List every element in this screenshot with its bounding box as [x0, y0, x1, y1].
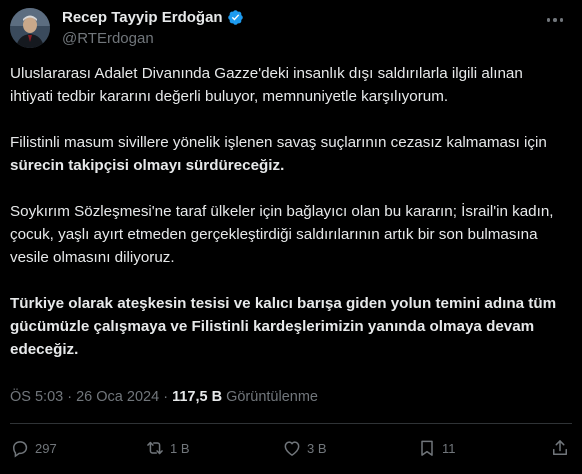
share-upload-icon: [550, 438, 570, 458]
tweet-text-segment: Uluslararası Adalet Divanında Gazze'deki…: [10, 65, 523, 105]
more-dots-icon[interactable]: [542, 10, 568, 30]
avatar-image: [10, 8, 50, 48]
avatar[interactable]: [10, 8, 50, 48]
tweet-time[interactable]: ÖS 5:03: [10, 389, 63, 405]
meta-separator: ·: [67, 389, 73, 405]
heart-icon: [282, 438, 302, 458]
verified-badge-icon: [227, 9, 244, 26]
meta-separator: ·: [163, 389, 169, 405]
tweet-text-bold: Türkiye olarak ateşkesin tesisi ve kalıc…: [10, 295, 557, 358]
tweet-paragraph: Soykırım Sözleşmesi'ne taraf ülkeler içi…: [10, 200, 570, 269]
tweet-date[interactable]: 26 Oca 2024: [76, 389, 159, 405]
retweet-count: 1 B: [170, 440, 190, 456]
tweet-text: Uluslararası Adalet Divanında Gazze'deki…: [10, 62, 570, 384]
retweet-icon: [145, 438, 165, 458]
reply-count: 297: [35, 440, 57, 456]
divider: [10, 423, 572, 424]
tweet-meta: ÖS 5:03 · 26 Oca 2024 · 117,5 B Görüntül…: [10, 389, 318, 405]
name-row: Recep Tayyip Erdoğan: [62, 9, 244, 26]
bookmark-button[interactable]: 11: [417, 438, 456, 458]
tweet-header: Recep Tayyip Erdoğan @RTErdogan: [10, 8, 572, 50]
action-bar: 297 1 B 3 B 11: [10, 438, 572, 464]
tweet-paragraph: Uluslararası Adalet Divanında Gazze'deki…: [10, 62, 570, 108]
bookmark-icon: [417, 438, 437, 458]
tweet-text-segment: Soykırım Sözleşmesi'ne taraf ülkeler içi…: [10, 203, 554, 266]
tweet-text-segment: Filistinli masum sivillere yönelik işlen…: [10, 134, 547, 151]
reply-button[interactable]: 297: [10, 438, 57, 458]
reply-bubble-icon: [10, 438, 30, 458]
author-handle[interactable]: @RTErdogan: [62, 30, 154, 47]
tweet-text-bold: sürecin takipçisi olmayı sürdüreceğiz.: [10, 157, 285, 174]
tweet-paragraph: Filistinli masum sivillere yönelik işlen…: [10, 131, 570, 177]
like-button[interactable]: 3 B: [282, 438, 327, 458]
views-count: 117,5 B: [172, 389, 223, 405]
display-name[interactable]: Recep Tayyip Erdoğan: [62, 9, 223, 26]
like-count: 3 B: [307, 440, 327, 456]
tweet-paragraph: Türkiye olarak ateşkesin tesisi ve kalıc…: [10, 292, 570, 361]
share-button[interactable]: [550, 438, 570, 458]
views-label: Görüntülenme: [226, 389, 318, 405]
bookmark-count: 11: [442, 440, 456, 456]
retweet-button[interactable]: 1 B: [145, 438, 190, 458]
